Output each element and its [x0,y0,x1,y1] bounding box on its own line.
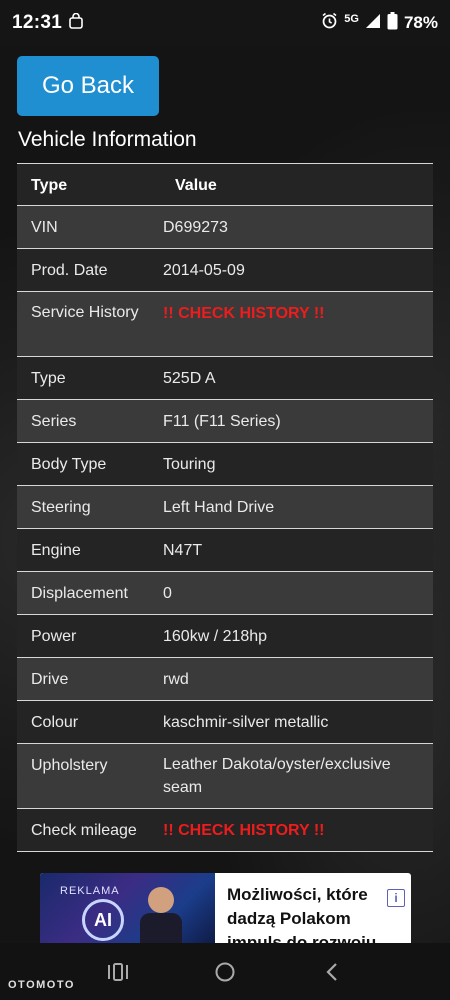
ai-logo: AI [82,899,124,941]
row-value: 2014-05-09 [161,248,433,292]
navigation-bar: OTOMOTO [0,943,450,1000]
row-value: kaschmir-silver metallic [161,700,433,744]
home-icon[interactable] [211,959,239,985]
row-value: 160kw / 218hp [161,614,433,658]
bag-icon [68,12,84,34]
recent-apps-icon[interactable] [104,959,132,985]
row-value: Leather Dakota/oyster/exclusive seam [161,743,433,809]
row-key: Prod. Date [17,248,161,292]
row-key: Drive [17,657,161,701]
page-content: Go Back Vehicle Information Type Value V… [0,46,450,948]
table-row: Type 525D A [17,356,433,400]
row-value: 525D A [161,356,433,400]
row-key: Power [17,614,161,658]
table-row: Steering Left Hand Drive [17,485,433,529]
column-header-value: Value [161,163,433,206]
battery-icon [387,11,398,35]
table-row: Power 160kw / 218hp [17,614,433,658]
row-value: rwd [161,657,433,701]
table-header-row: Type Value [17,163,433,206]
row-key: Series [17,399,161,443]
row-value: Left Hand Drive [161,485,433,529]
row-value: F11 (F11 Series) [161,399,433,443]
table-row: Upholstery Leather Dakota/oyster/exclusi… [17,743,433,809]
alarm-icon [321,12,338,34]
table-row: Check mileage !! CHECK HISTORY !! [17,808,433,852]
table-row: Body Type Touring [17,442,433,486]
back-icon[interactable] [318,959,346,985]
row-value: D699273 [161,205,433,249]
table-row: Prod. Date 2014-05-09 [17,248,433,292]
status-right: 5G 78% [321,11,438,35]
column-header-type: Type [17,163,161,206]
row-key: VIN [17,205,161,249]
row-key: Check mileage [17,808,161,852]
row-value: N47T [161,528,433,572]
row-key: Engine [17,528,161,572]
row-key: Type [17,356,161,400]
ad-image[interactable]: REKLAMA AI [40,873,215,948]
row-key: Upholstery [17,743,161,809]
row-key: Colour [17,700,161,744]
row-key: Body Type [17,442,161,486]
status-bar: 12:31 5G 78% [0,0,450,46]
table-row: VIN D699273 [17,205,433,249]
battery-percent: 78% [403,13,438,32]
table-row: Drive rwd [17,657,433,701]
ad-info-icon[interactable]: i [387,889,405,907]
ad-banner[interactable]: REKLAMA AI Możliwości, które dadzą Polak… [40,873,411,948]
row-value: Touring [161,442,433,486]
ad-headline[interactable]: Możliwości, które dadzą Polakom impuls d… [227,883,387,948]
service-history-alert: !! CHECK HISTORY !! [161,291,433,357]
row-key: Displacement [17,571,161,615]
row-key: Steering [17,485,161,529]
signal-icon [365,13,381,34]
table-row: Colour kaschmir-silver metallic [17,700,433,744]
status-left: 12:31 [12,12,84,34]
ad-label: REKLAMA [60,885,120,897]
page-title: Vehicle Information [18,128,197,151]
table-row: Series F11 (F11 Series) [17,399,433,443]
go-back-button[interactable]: Go Back [17,56,159,116]
brand-watermark: OTOMOTO [8,979,75,991]
table-row: Service History !! CHECK HISTORY !! [17,291,433,357]
row-value: 0 [161,571,433,615]
table-row: Engine N47T [17,528,433,572]
row-key: Service History [17,291,161,357]
ad-person-head [148,887,174,913]
network-type: 5G [344,13,359,25]
status-time: 12:31 [12,12,63,33]
vehicle-info-table: Type Value VIN D699273 Prod. Date 2014-0… [17,163,433,852]
check-mileage-alert: !! CHECK HISTORY !! [161,808,433,852]
table-row: Displacement 0 [17,571,433,615]
